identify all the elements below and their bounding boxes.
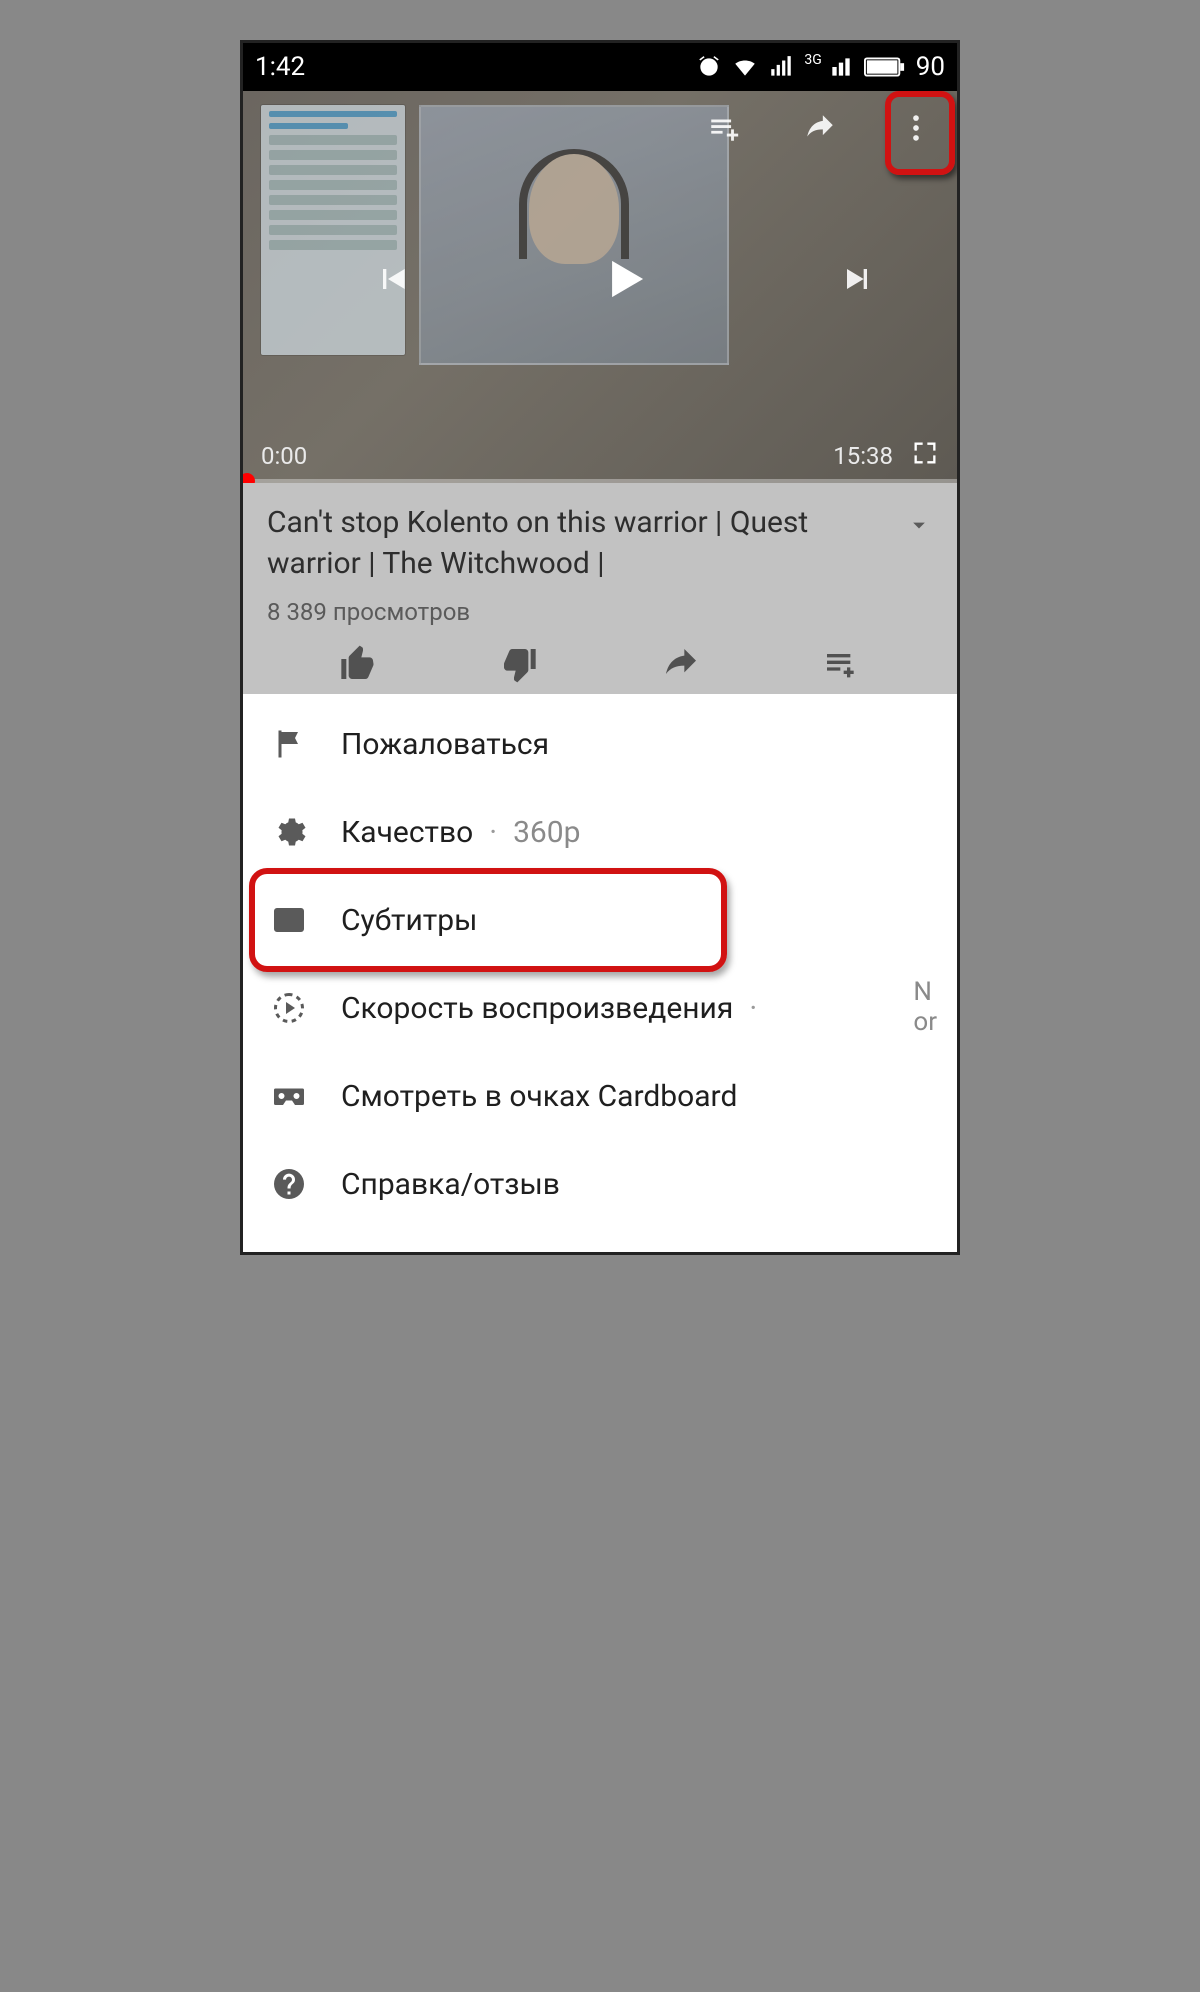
next-button[interactable]	[837, 259, 877, 299]
status-clock: 1:42	[255, 52, 305, 82]
share-icon[interactable]	[789, 97, 851, 159]
status-icons: 3G 90	[696, 52, 945, 82]
dim-overlay	[243, 483, 957, 694]
fullscreen-button[interactable]	[911, 439, 939, 473]
video-player[interactable]: 0:00 15:38	[243, 91, 957, 483]
help-icon	[271, 1166, 341, 1202]
cardboard-icon	[271, 1078, 341, 1114]
battery-percent: 90	[916, 52, 945, 82]
wifi-icon	[732, 54, 758, 80]
video-meta-panel: Can't stop Kolento on this warrior | Que…	[243, 483, 957, 694]
captions-icon	[271, 902, 341, 938]
menu-label: Смотреть в очках Cardboard	[341, 1079, 737, 1114]
battery-icon	[864, 56, 906, 78]
play-button[interactable]	[594, 248, 656, 310]
menu-item-report[interactable]: Пожаловаться	[243, 700, 957, 788]
menu-label: Справка/отзыв	[341, 1167, 560, 1202]
more-options-button[interactable]	[885, 97, 947, 159]
app-screen: 1:42 3G 90	[240, 40, 960, 1255]
data-signal-icon	[828, 54, 854, 80]
quality-value: 360p	[513, 815, 580, 850]
separator-dot: ·	[473, 815, 513, 850]
menu-label: Субтитры	[341, 903, 477, 938]
playback-speed-value: N or	[913, 978, 937, 1038]
status-bar: 1:42 3G 90	[243, 43, 957, 91]
streamer-webcam-frame	[419, 105, 729, 365]
playback-speed-icon	[271, 990, 341, 1026]
menu-label: Качество	[341, 815, 473, 850]
menu-item-help[interactable]: Справка/отзыв	[243, 1140, 957, 1228]
menu-item-playback-speed[interactable]: Скорость воспроизведения · N or	[243, 964, 957, 1052]
alarm-icon	[696, 54, 722, 80]
add-to-playlist-icon[interactable]	[693, 97, 755, 159]
cellular-signal-icon	[768, 54, 794, 80]
options-bottom-sheet: Пожаловаться Качество · 360p Субтитры Ск…	[243, 694, 957, 1252]
menu-label: Скорость воспроизведения	[341, 991, 733, 1026]
menu-item-quality[interactable]: Качество · 360p	[243, 788, 957, 876]
duration: 15:38	[833, 442, 893, 470]
deck-overlay-thumbnail	[261, 105, 405, 355]
current-time: 0:00	[261, 442, 307, 470]
network-type-label: 3G	[804, 52, 821, 68]
separator-dot: ·	[733, 991, 773, 1026]
gear-icon	[271, 814, 341, 850]
menu-item-cardboard[interactable]: Смотреть в очках Cardboard	[243, 1052, 957, 1140]
menu-label: Пожаловаться	[341, 727, 549, 762]
menu-item-captions[interactable]: Субтитры	[243, 876, 957, 964]
previous-button[interactable]	[373, 259, 413, 299]
flag-icon	[271, 726, 341, 762]
